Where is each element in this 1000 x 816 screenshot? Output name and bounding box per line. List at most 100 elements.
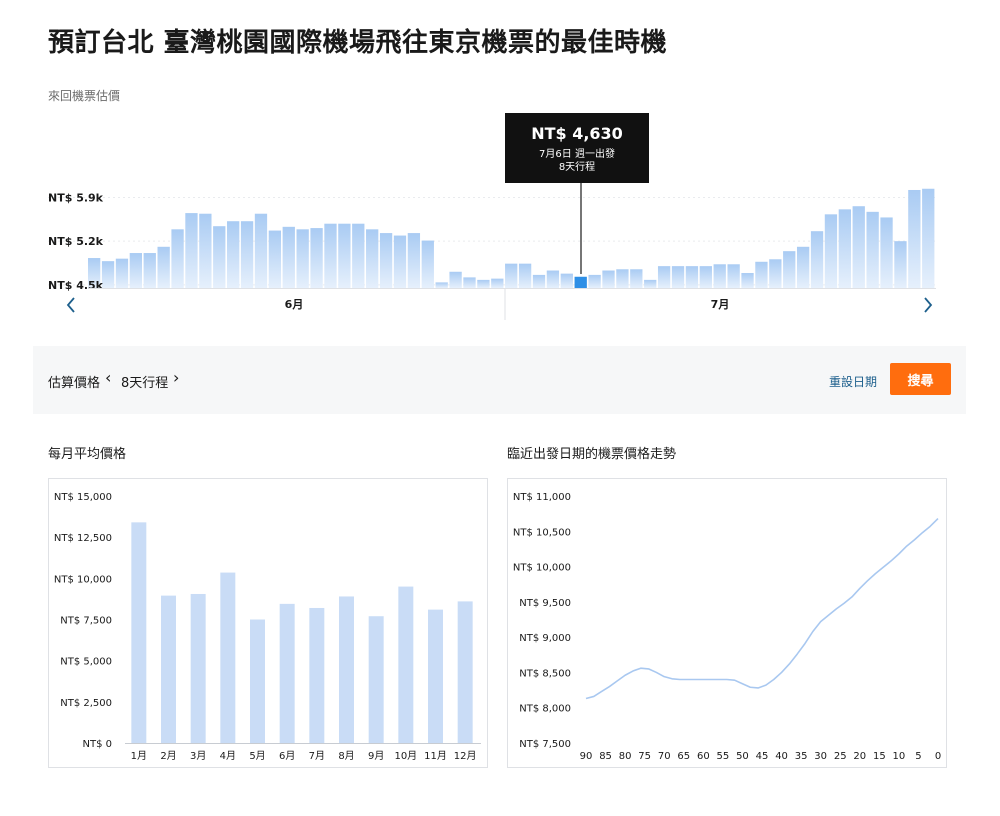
tooltip-trip: 8天行程 xyxy=(559,160,595,173)
month-label-july: 7月 xyxy=(711,298,730,311)
search-button[interactable]: 搜尋 xyxy=(890,363,951,395)
x-tick-label: 5 xyxy=(915,751,921,762)
month-bar xyxy=(131,522,147,743)
chevron-left-icon[interactable]: ‹ xyxy=(103,368,113,387)
price-bar xyxy=(157,246,170,288)
x-tick-label: 7月 xyxy=(309,750,325,762)
price-bar xyxy=(310,228,323,288)
chevron-right-icon[interactable]: › xyxy=(171,368,181,387)
x-tick-label: 90 xyxy=(580,751,593,762)
price-tooltip: NT$ 4,630 7月6日 週一出發 8天行程 xyxy=(505,113,649,183)
chevron-left-icon[interactable] xyxy=(60,292,82,318)
price-bar xyxy=(838,209,851,288)
price-bar xyxy=(171,229,184,288)
x-tick-label: 15 xyxy=(873,751,886,762)
price-trend-line xyxy=(585,518,939,700)
month-bar xyxy=(457,601,473,743)
price-bar xyxy=(741,273,754,288)
x-tick-label: 30 xyxy=(814,751,827,762)
price-bar xyxy=(338,223,351,288)
price-bar xyxy=(699,266,712,288)
month-bar xyxy=(190,593,206,743)
price-bar xyxy=(491,278,504,288)
x-tick-label: 45 xyxy=(756,751,769,762)
price-bar xyxy=(824,214,838,288)
y-tick-label: NT$ 4.5k xyxy=(48,279,104,292)
x-tick-label: 5月 xyxy=(249,750,265,762)
price-bar xyxy=(366,229,379,288)
x-tick-label: 2月 xyxy=(160,750,176,762)
x-tick-label: 1月 xyxy=(131,750,147,762)
price-bar xyxy=(894,241,907,288)
y-tick-label: NT$ 5.9k xyxy=(48,191,104,204)
price-bar xyxy=(407,233,421,288)
price-bar xyxy=(588,274,601,288)
price-bar xyxy=(685,266,699,288)
month-bar xyxy=(220,572,236,743)
page-title: 預訂台北 臺灣桃園國際機場飛往東京機票的最佳時機 xyxy=(48,28,668,58)
x-tick-label: 40 xyxy=(775,751,788,762)
price-bar xyxy=(727,264,740,288)
price-bar xyxy=(421,240,434,288)
price-bar-selected xyxy=(574,276,587,288)
y-tick-label: NT$ 5.2k xyxy=(48,235,104,248)
monthly-chart-box: NT$ 0 NT$ 2,500 NT$ 5,000 NT$ 7,500 NT$ 10,0… xyxy=(48,478,488,768)
y-tick-label: NT$ 8,000 xyxy=(519,704,571,715)
price-bar xyxy=(922,188,935,288)
x-tick-label: 85 xyxy=(599,751,612,762)
price-bar xyxy=(185,213,198,288)
x-tick-label: 20 xyxy=(853,751,866,762)
x-tick-label: 0 xyxy=(935,751,941,762)
x-tick-label: 50 xyxy=(736,751,749,762)
x-tick-label: 80 xyxy=(619,751,632,762)
month-bar xyxy=(339,596,354,743)
x-tick-label: 3月 xyxy=(190,750,206,762)
x-tick-label: 12月 xyxy=(454,750,477,762)
price-bar xyxy=(254,213,268,288)
x-tick-label: 55 xyxy=(717,751,730,762)
x-tick-label: 60 xyxy=(697,751,710,762)
price-bar xyxy=(115,258,129,288)
y-tick-label: NT$ 15,000 xyxy=(54,492,112,503)
price-bar xyxy=(518,263,532,288)
x-tick-label: 70 xyxy=(658,751,671,762)
x-tick-label: 35 xyxy=(795,751,808,762)
price-bar xyxy=(101,261,115,288)
price-bar xyxy=(505,263,518,288)
price-bar xyxy=(435,282,448,288)
estimate-label: 估算價格 xyxy=(48,376,101,391)
x-tick-label: 9月 xyxy=(368,750,384,762)
y-tick-label: NT$ 5,000 xyxy=(60,657,112,668)
x-tick-label: 6月 xyxy=(279,750,295,762)
price-bar xyxy=(463,277,476,288)
reset-dates-link[interactable]: 重設日期 xyxy=(829,373,877,390)
y-tick-label: NT$ 7,500 xyxy=(519,739,571,750)
price-bar xyxy=(546,270,560,288)
price-bar xyxy=(449,271,462,288)
month-bar xyxy=(279,603,295,743)
x-tick-label: 25 xyxy=(834,751,847,762)
y-tick-label: NT$ 9,500 xyxy=(519,598,571,609)
y-tick-label: NT$ 11,000 xyxy=(513,492,571,503)
x-tick-label: 8月 xyxy=(338,750,354,762)
x-tick-label: 65 xyxy=(677,751,690,762)
price-bar xyxy=(657,266,671,288)
price-trend-chart: NT$ 7,500 NT$ 8,000 NT$ 8,500 NT$ 9,000 NT$ … xyxy=(513,492,941,762)
price-bar xyxy=(199,213,212,288)
price-bar xyxy=(560,273,573,288)
y-tick-label: NT$ 0 xyxy=(83,739,113,750)
chevron-right-icon[interactable] xyxy=(917,292,939,318)
price-bar xyxy=(240,221,254,288)
month-bar xyxy=(428,609,443,743)
price-bar xyxy=(671,266,685,288)
monthly-price-chart: NT$ 0 NT$ 2,500 NT$ 5,000 NT$ 7,500 NT$ 10,0… xyxy=(54,492,481,762)
price-bar xyxy=(296,229,309,288)
price-bar xyxy=(783,251,796,288)
month-label-june: 6月 xyxy=(285,298,304,311)
price-bar xyxy=(324,223,337,288)
x-tick-label: 10 xyxy=(893,751,906,762)
price-bar xyxy=(227,221,240,288)
x-tick-label: 4月 xyxy=(220,750,236,762)
y-tick-label: NT$ 12,500 xyxy=(54,533,112,544)
y-tick-label: NT$ 7,500 xyxy=(60,616,112,627)
